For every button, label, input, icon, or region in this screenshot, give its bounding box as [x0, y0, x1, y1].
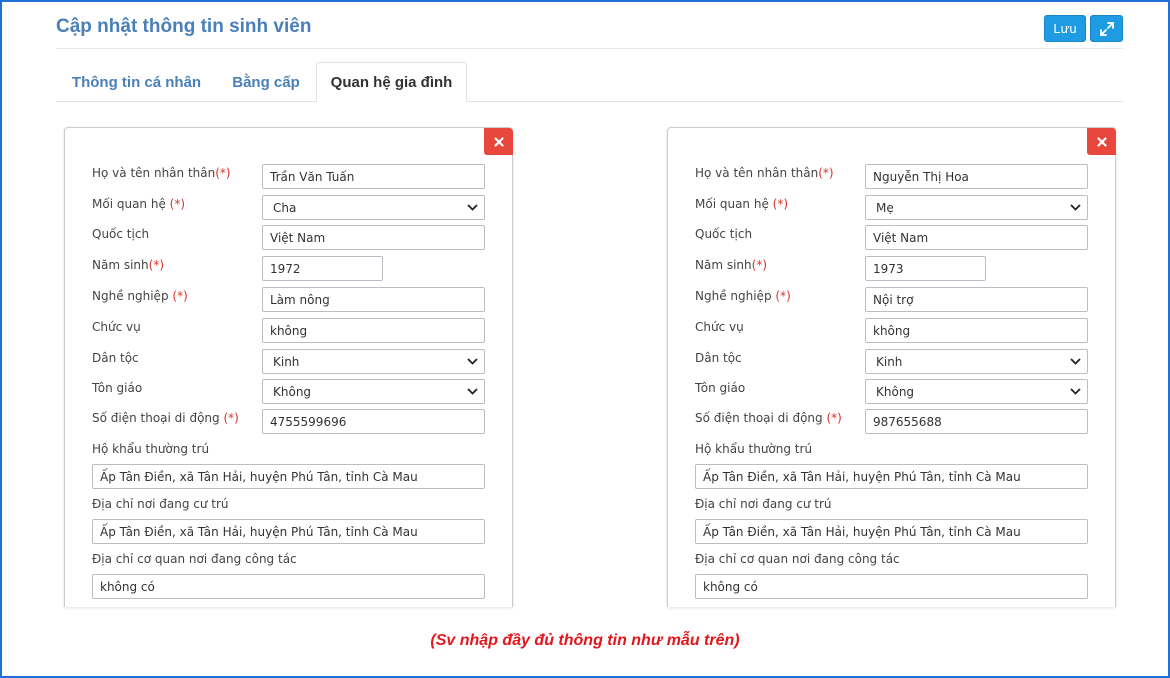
tab-family-relations[interactable]: Quan hệ gia đình [316, 62, 467, 102]
permanent-address-label: Hộ khẩu thường trú [695, 442, 813, 456]
birth-year-input[interactable]: 1972 [262, 256, 383, 281]
chevron-down-icon [467, 388, 478, 395]
occupation-input[interactable]: Nội trợ [865, 287, 1088, 312]
current-address-input[interactable]: Ấp Tân Điền, xã Tân Hải, huyện Phú Tân, … [92, 519, 485, 544]
current-address-label: Địa chỉ nơi đang cư trú [92, 497, 229, 511]
work-address-label: Địa chỉ cơ quan nơi đang công tác [92, 552, 297, 566]
relation-select[interactable]: Mẹ [865, 195, 1088, 220]
full-name-input[interactable]: Nguyễn Thị Hoa [865, 164, 1088, 189]
phone-label: Số điện thoại di động (*) [92, 411, 239, 425]
current-address-label: Địa chỉ nơi đang cư trú [695, 497, 832, 511]
relation-label: Mối quan hệ (*) [92, 197, 186, 211]
chevron-down-icon [1070, 204, 1081, 211]
position-label: Chức vụ [695, 320, 744, 334]
position-label: Chức vụ [92, 320, 141, 334]
work-address-input[interactable]: không có [695, 574, 1088, 599]
religion-select[interactable]: Không [262, 379, 485, 404]
occupation-label: Nghề nghiệp (*) [92, 289, 188, 303]
tabs-divider [56, 101, 1123, 102]
expand-icon [1099, 21, 1114, 36]
occupation-input[interactable]: Làm nông [262, 287, 485, 312]
nationality-input[interactable]: Việt Nam [262, 225, 485, 250]
header-divider [56, 48, 1123, 49]
relation-label: Mối quan hệ (*) [695, 197, 789, 211]
instruction-note: (Sv nhập đầy đủ thông tin như mẫu trên) [430, 632, 740, 649]
chevron-down-icon [467, 358, 478, 365]
ethnicity-select[interactable]: Kinh [262, 349, 485, 374]
relation-select[interactable]: Cha [262, 195, 485, 220]
page-title: Cập nhật thông tin sinh viên [56, 16, 312, 37]
religion-label: Tôn giáo [695, 381, 746, 395]
family-member-card: Họ và tên nhân thân(*) Trần Văn Tuấn Mối… [64, 127, 513, 607]
close-icon [1096, 136, 1107, 147]
religion-label: Tôn giáo [92, 381, 143, 395]
full-name-label: Họ và tên nhân thân(*) [92, 166, 231, 180]
ethnicity-label: Dân tộc [695, 351, 742, 365]
permanent-address-input[interactable]: Ấp Tân Điền, xã Tân Hải, huyện Phú Tân, … [92, 464, 485, 489]
tab-degrees[interactable]: Bằng cấp [218, 62, 314, 102]
ethnicity-select[interactable]: Kinh [865, 349, 1088, 374]
nationality-label: Quốc tịch [695, 227, 753, 241]
expand-button[interactable] [1090, 15, 1123, 42]
current-address-input[interactable]: Ấp Tân Điền, xã Tân Hải, huyện Phú Tân, … [695, 519, 1088, 544]
chevron-down-icon [1070, 388, 1081, 395]
permanent-address-label: Hộ khẩu thường trú [92, 442, 210, 456]
work-address-label: Địa chỉ cơ quan nơi đang công tác [695, 552, 900, 566]
birth-year-label: Năm sinh(*) [92, 258, 165, 272]
position-input[interactable]: không [262, 318, 485, 343]
full-name-input[interactable]: Trần Văn Tuấn [262, 164, 485, 189]
full-name-label: Họ và tên nhân thân(*) [695, 166, 834, 180]
close-icon [493, 136, 504, 147]
birth-year-input[interactable]: 1973 [865, 256, 986, 281]
chevron-down-icon [467, 204, 478, 211]
nationality-input[interactable]: Việt Nam [865, 225, 1088, 250]
phone-label: Số điện thoại di động (*) [695, 411, 842, 425]
chevron-down-icon [1070, 358, 1081, 365]
work-address-input[interactable]: không có [92, 574, 485, 599]
permanent-address-input[interactable]: Ấp Tân Điền, xã Tân Hải, huyện Phú Tân, … [695, 464, 1088, 489]
phone-input[interactable]: 987655688 [865, 409, 1088, 434]
ethnicity-label: Dân tộc [92, 351, 139, 365]
occupation-label: Nghề nghiệp (*) [695, 289, 791, 303]
remove-member-button[interactable] [1087, 128, 1116, 155]
religion-select[interactable]: Không [865, 379, 1088, 404]
tab-personal-info[interactable]: Thông tin cá nhân [58, 62, 215, 102]
birth-year-label: Năm sinh(*) [695, 258, 768, 272]
remove-member-button[interactable] [484, 128, 513, 155]
family-member-card: Họ và tên nhân thân(*) Nguyễn Thị Hoa Mố… [667, 127, 1116, 607]
save-button[interactable]: Lưu [1044, 15, 1086, 42]
phone-input[interactable]: 4755599696 [262, 409, 485, 434]
position-input[interactable]: không [865, 318, 1088, 343]
nationality-label: Quốc tịch [92, 227, 150, 241]
